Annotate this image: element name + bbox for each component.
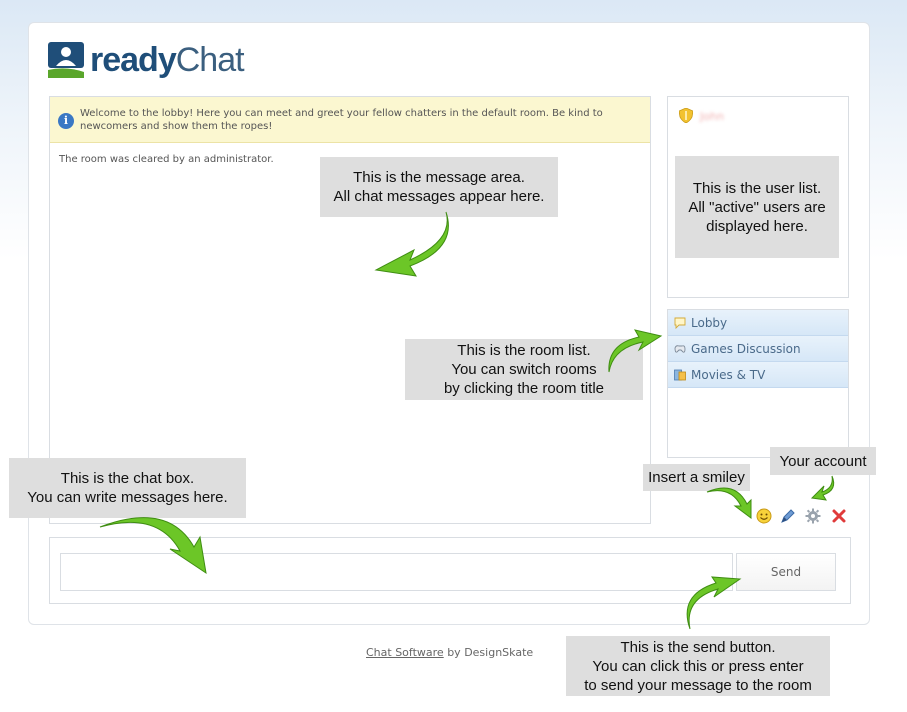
callout-account: Your account: [770, 447, 876, 475]
room-item-movies-tv[interactable]: Movies & TV: [668, 362, 848, 388]
shield-icon: [679, 108, 693, 123]
welcome-text: Welcome to the lobby! Here you can meet …: [80, 108, 603, 132]
system-message: The room was cleared by an administrator…: [59, 154, 274, 165]
room-label: Games Discussion: [691, 341, 801, 356]
speech-bubble-icon: [674, 317, 686, 329]
logo-text-chat: Chat: [175, 40, 245, 79]
callout-chat-box: This is the chat box. You can write mess…: [9, 458, 246, 518]
room-list: Lobby Games Discussion Movies & TV: [667, 309, 849, 458]
room-label: Lobby: [691, 315, 728, 330]
arrow-icon: [810, 475, 835, 501]
arrow-icon: [608, 329, 663, 373]
footer: Chat Software by DesignSkate: [366, 646, 533, 659]
room-label: Movies & TV: [691, 367, 766, 382]
pencil-icon[interactable]: [780, 508, 796, 524]
logo-icon: [48, 42, 84, 78]
send-button[interactable]: Send: [736, 553, 836, 591]
logo-text-ready: ready: [90, 40, 177, 79]
close-icon[interactable]: [831, 508, 847, 524]
logo-text: readyChat: [90, 40, 245, 80]
film-icon: [674, 369, 686, 380]
callout-user-list: This is the user list. All "active" user…: [675, 156, 839, 258]
smiley-icon[interactable]: [756, 508, 772, 524]
room-item-lobby[interactable]: Lobby: [668, 310, 848, 336]
info-icon: i: [58, 113, 74, 129]
arrow-icon: [686, 576, 742, 630]
welcome-banner: i Welcome to the lobby! Here you can mee…: [50, 97, 650, 143]
footer-suffix: by DesignSkate: [447, 646, 534, 659]
gamepad-icon: [674, 344, 686, 353]
callout-message-area: This is the message area. All chat messa…: [320, 157, 558, 217]
gear-icon[interactable]: [805, 508, 821, 524]
arrow-icon: [374, 211, 449, 277]
chat-software-link[interactable]: Chat Software: [366, 646, 444, 659]
logo: readyChat: [48, 40, 245, 80]
callout-send: This is the send button. You can click t…: [566, 636, 830, 696]
user-name[interactable]: John: [700, 110, 724, 123]
arrow-icon: [706, 487, 752, 519]
room-item-games-discussion[interactable]: Games Discussion: [668, 336, 848, 362]
arrow-icon: [99, 517, 207, 575]
